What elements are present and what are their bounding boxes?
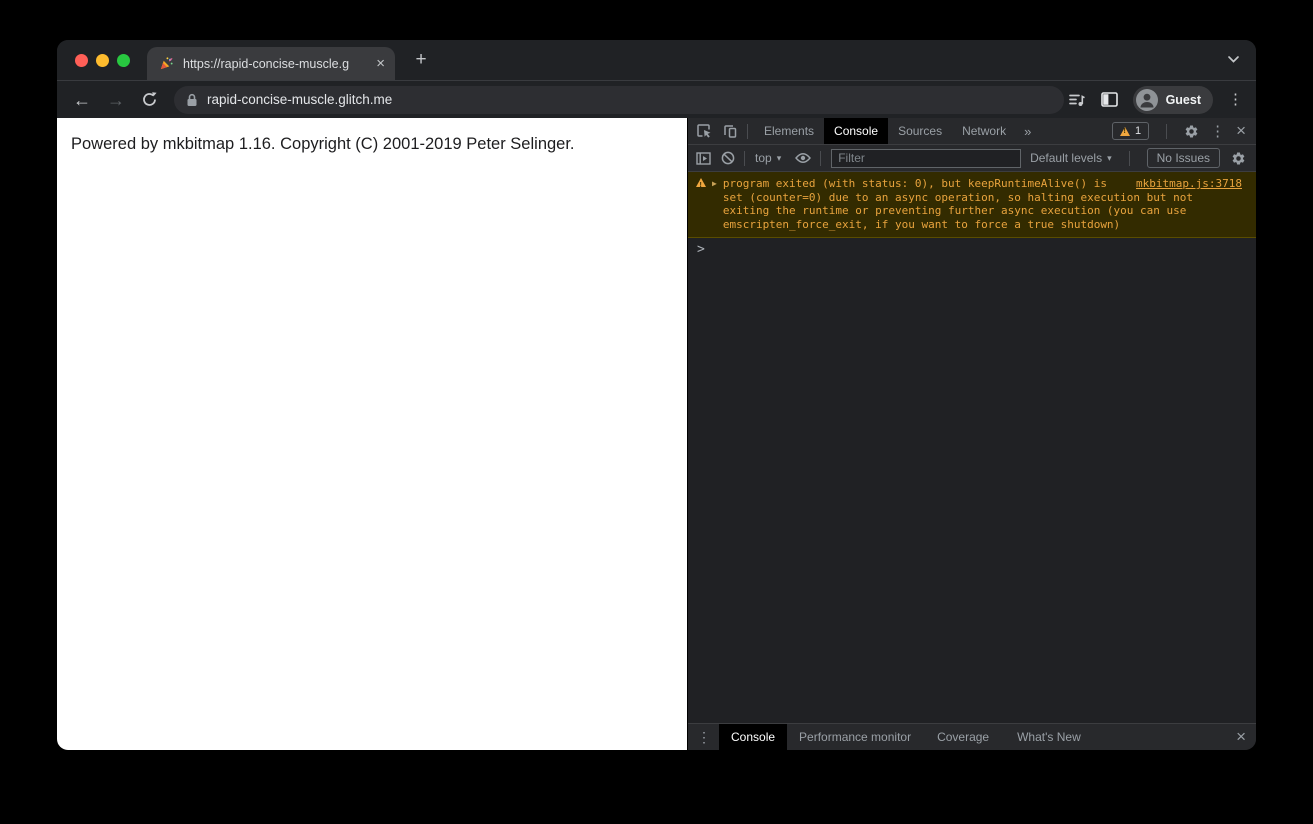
reload-button[interactable] <box>141 91 158 108</box>
browser-toolbar: ← → rapid-concise-muscle.glitch.me Guest… <box>57 80 1256 118</box>
divider <box>820 150 822 166</box>
media-controls-icon[interactable] <box>1068 92 1086 108</box>
divider <box>1128 150 1130 166</box>
back-button[interactable]: ← <box>73 91 91 109</box>
context-selector[interactable]: top ▾ <box>751 151 785 165</box>
divider <box>1166 123 1168 139</box>
clear-console-ban-icon[interactable] <box>721 151 735 165</box>
tab-close-icon[interactable]: × <box>376 56 385 71</box>
warning-triangle-icon <box>1119 126 1130 136</box>
devtools-menu-kebab-icon[interactable]: ⋮ <box>1210 124 1225 139</box>
console-empty-area[interactable] <box>688 257 1256 723</box>
divider <box>747 123 748 139</box>
console-settings-gear-icon[interactable] <box>1231 151 1246 166</box>
expand-triangle-icon[interactable]: ▶ <box>712 177 717 231</box>
minimize-window-button[interactable] <box>96 54 109 67</box>
console-toolbar: top ▾ Default levels ▾ <box>688 145 1256 172</box>
console-toolbar-right: Default levels ▾ No Issues <box>1030 148 1256 168</box>
devtools-tabbar-right: 1 ⋮ × <box>1111 122 1256 140</box>
console-warning-message[interactable]: ▶ mkbitmap.js:3718program exited (with s… <box>688 172 1256 238</box>
tab-search-chevron-down-icon[interactable] <box>1227 55 1240 64</box>
page-copyright-text: Powered by mkbitmap 1.16. Copyright (C) … <box>71 135 575 153</box>
avatar-icon <box>1135 88 1159 112</box>
source-location-link[interactable]: mkbitmap.js:3718 <box>1136 177 1242 191</box>
chevron-down-icon: ▾ <box>776 152 782 163</box>
context-label: top <box>755 151 772 165</box>
no-issues-button[interactable]: No Issues <box>1146 148 1220 168</box>
side-panel-icon[interactable] <box>1100 92 1118 107</box>
devtools-tab-bar: Elements Console Sources Network » 1 ⋮ × <box>688 118 1256 145</box>
content-area: Powered by mkbitmap 1.16. Copyright (C) … <box>57 118 1256 750</box>
browser-tab[interactable]: https://rapid-concise-muscle.g × <box>147 47 395 80</box>
filter-input[interactable] <box>831 148 1022 168</box>
tab-favicon-party-popper-icon <box>159 56 174 71</box>
url-text: rapid-concise-muscle.glitch.me <box>207 92 393 107</box>
device-toolbar-icon[interactable] <box>722 123 738 139</box>
drawer-close-icon[interactable]: × <box>1236 728 1246 745</box>
tab-network[interactable]: Network <box>952 118 1016 144</box>
settings-gear-icon[interactable] <box>1184 124 1199 139</box>
drawer-tab-performance-monitor[interactable]: Performance monitor <box>787 724 923 750</box>
warning-count: 1 <box>1134 125 1142 137</box>
drawer-tab-whats-new[interactable]: What's New <box>1003 724 1095 750</box>
log-levels-label: Default levels <box>1030 151 1103 165</box>
log-levels-dropdown[interactable]: Default levels ▾ <box>1030 151 1112 165</box>
web-page: Powered by mkbitmap 1.16. Copyright (C) … <box>57 118 687 750</box>
zoom-window-button[interactable] <box>117 54 130 67</box>
more-tabs-chevron-icon[interactable]: » <box>1016 124 1039 139</box>
tab-strip: https://rapid-concise-muscle.g × + <box>57 40 1256 80</box>
live-expression-eye-icon[interactable] <box>795 152 812 164</box>
warning-text: program exited (with status: 0), but kee… <box>722 177 1194 231</box>
drawer-menu-kebab-icon[interactable]: ⋮ <box>697 729 711 746</box>
prompt-chevron: > <box>697 242 705 257</box>
guest-profile-button[interactable]: Guest <box>1132 85 1213 114</box>
devtools-drawer: ⋮ Console Performance monitor Coverage W… <box>688 723 1256 750</box>
drawer-tab-coverage[interactable]: Coverage <box>923 724 1003 750</box>
console-sidebar-icon[interactable] <box>696 151 711 165</box>
devtools-panel: Elements Console Sources Network » 1 ⋮ × <box>687 118 1256 750</box>
drawer-tab-console[interactable]: Console <box>719 724 788 750</box>
address-bar[interactable]: rapid-concise-muscle.glitch.me <box>174 85 1064 114</box>
lock-icon[interactable] <box>186 93 198 107</box>
toolbar-right-controls: Guest ⋮ <box>1068 85 1256 114</box>
browser-menu-kebab-icon[interactable]: ⋮ <box>1228 92 1243 107</box>
forward-button[interactable]: → <box>107 91 125 109</box>
browser-window: https://rapid-concise-muscle.g × + ← → r <box>57 40 1256 750</box>
warning-triangle-icon <box>696 178 706 193</box>
divider <box>744 150 745 166</box>
inspect-element-icon[interactable] <box>696 123 712 139</box>
devtools-close-icon[interactable]: × <box>1236 122 1246 139</box>
close-window-button[interactable] <box>75 54 88 67</box>
traffic-lights <box>75 54 130 67</box>
tab-elements[interactable]: Elements <box>754 118 824 144</box>
tab-title: https://rapid-concise-muscle.g <box>183 56 350 71</box>
guest-label: Guest <box>1165 92 1201 107</box>
warnings-badge[interactable]: 1 <box>1111 122 1150 140</box>
tab-console[interactable]: Console <box>824 118 889 144</box>
warning-message-text: mkbitmap.js:3718 program exited (with sta… <box>723 177 1242 231</box>
console-prompt[interactable]: > <box>688 238 1256 257</box>
new-tab-button[interactable]: + <box>409 49 433 73</box>
chevron-down-icon: ▾ <box>1107 152 1112 163</box>
tab-sources[interactable]: Sources <box>888 118 952 144</box>
